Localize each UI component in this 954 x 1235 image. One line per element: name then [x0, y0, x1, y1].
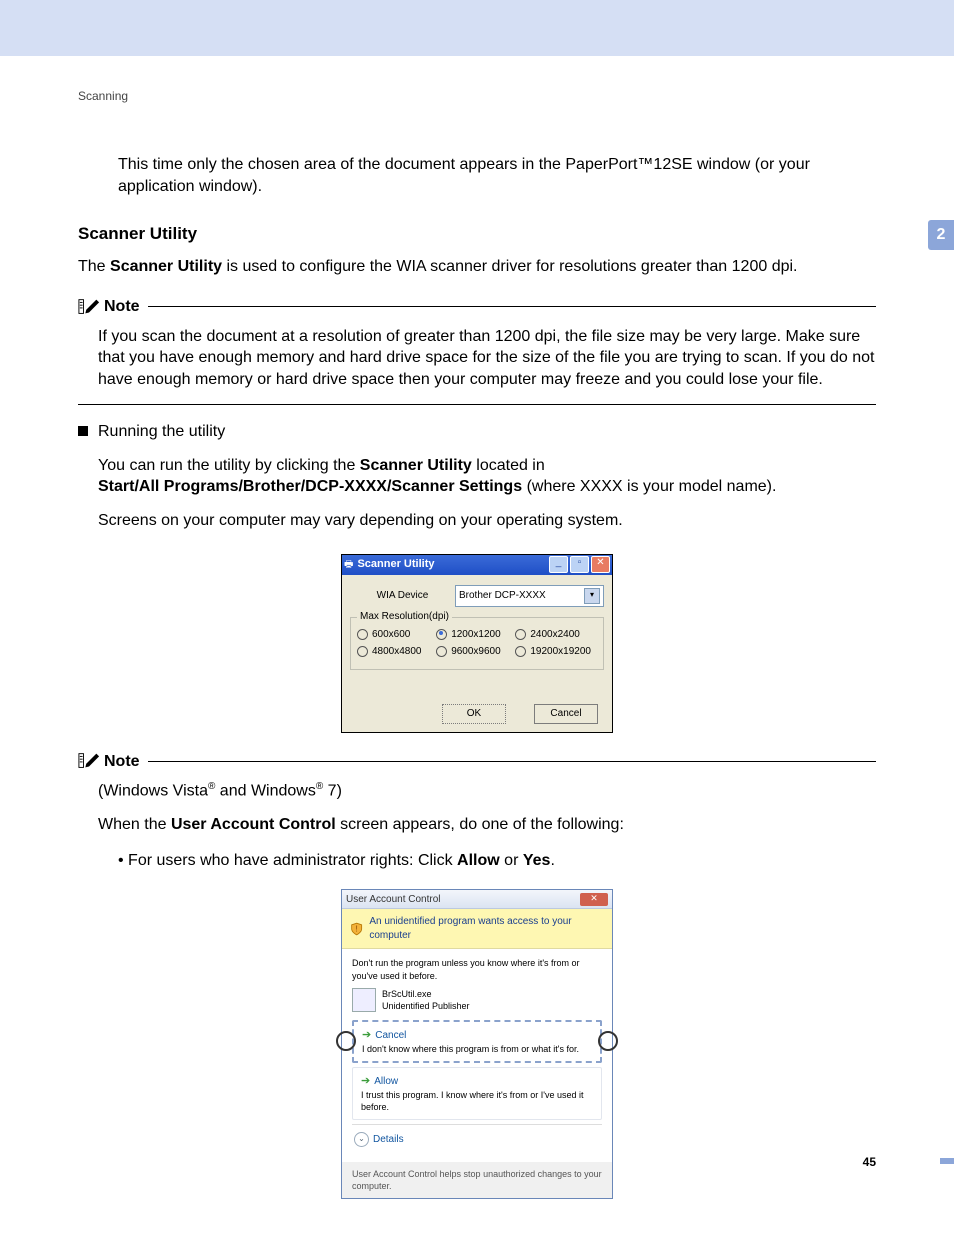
app-name: BrScUtil.exe — [382, 988, 470, 1000]
group-title: Max Resolution(dpi) — [357, 610, 452, 624]
uac-close-button[interactable]: ✕ — [580, 893, 608, 906]
running-title: Running the utility — [98, 421, 225, 443]
uac-allow-option[interactable]: ➔Allow I trust this program. I know wher… — [352, 1067, 602, 1120]
uac-dialog: User Account Control ✕ ! An unidentified… — [341, 889, 613, 1199]
scanner-utility-desc: The Scanner Utility is used to configure… — [78, 256, 876, 278]
uac-warning: Don't run the program unless you know wh… — [352, 957, 602, 981]
running-text-2: Screens on your computer may vary depend… — [98, 510, 876, 532]
admin-bullet: • For users who have administrator right… — [118, 850, 876, 872]
wia-device-select[interactable]: Brother DCP-XXXX ▾ — [455, 585, 604, 607]
app-icon — [352, 988, 376, 1012]
radio-1200[interactable]: 1200x1200 — [436, 628, 515, 642]
note-pencil-icon — [78, 297, 100, 317]
note-rule — [148, 761, 876, 762]
intro-paragraph: This time only the chosen area of the do… — [118, 154, 878, 197]
svg-text:!: ! — [356, 923, 358, 933]
max-resolution-group: Max Resolution(dpi) 600x600 1200x1200 24… — [350, 617, 604, 670]
app-publisher: Unidentified Publisher — [382, 1000, 470, 1012]
shield-warning-icon: ! — [350, 922, 363, 936]
wia-device-value: Brother DCP-XXXX — [459, 589, 546, 603]
intro-text: This time only the chosen area of the do… — [118, 156, 810, 195]
close-button[interactable]: ✕ — [591, 556, 610, 573]
minimize-button[interactable]: _ — [549, 556, 568, 573]
note-block-1: Note If you scan the document at a resol… — [78, 296, 876, 405]
note-pencil-icon — [78, 751, 100, 771]
dropdown-arrow-icon[interactable]: ▾ — [584, 588, 600, 604]
maximize-button[interactable]: ▫ — [570, 556, 589, 573]
square-bullet-icon — [78, 426, 88, 436]
ok-button[interactable]: OK — [442, 704, 506, 724]
note-rule — [148, 306, 876, 307]
page-number: 45 — [863, 1154, 876, 1170]
running-utility-row: Running the utility — [78, 421, 876, 443]
radio-4800[interactable]: 4800x4800 — [357, 645, 436, 659]
top-header-bar — [0, 0, 954, 56]
radio-19200[interactable]: 19200x19200 — [515, 645, 594, 659]
section-breadcrumb: Scanning — [78, 88, 876, 104]
uac-banner-text: An unidentified program wants access to … — [369, 915, 604, 942]
note2-body: (Windows Vista® and Windows® 7) When the… — [98, 780, 876, 836]
uac-details-toggle[interactable]: ⌄ Details — [352, 1125, 602, 1154]
printer-icon: 🖶 — [344, 558, 353, 572]
uac-cancel-option[interactable]: ➔Cancel I don't know where this program … — [352, 1020, 602, 1063]
radio-600[interactable]: 600x600 — [357, 628, 436, 642]
radio-9600[interactable]: 9600x9600 — [436, 645, 515, 659]
note-title: Note — [104, 296, 140, 318]
note-title: Note — [104, 751, 140, 773]
note1-body: If you scan the document at a resolution… — [98, 326, 876, 391]
chevron-down-icon: ⌄ — [354, 1132, 369, 1147]
running-text-1: You can run the utility by clicking the … — [98, 455, 876, 498]
uac-title: User Account Control — [346, 893, 441, 907]
wia-device-label: WIA Device — [350, 589, 455, 603]
cancel-button[interactable]: Cancel — [534, 704, 598, 724]
note-block-2: Note (Windows Vista® and Windows® 7) Whe… — [78, 751, 876, 872]
side-accent — [940, 1158, 954, 1164]
radio-2400[interactable]: 2400x2400 — [515, 628, 594, 642]
dialog1-title: Scanner Utility — [353, 557, 549, 572]
scanner-utility-dialog: 🖶 Scanner Utility _ ▫ ✕ WIA Device Broth… — [341, 554, 613, 733]
uac-footer: User Account Control helps stop unauthor… — [342, 1162, 612, 1198]
scanner-utility-heading: Scanner Utility — [78, 223, 876, 246]
